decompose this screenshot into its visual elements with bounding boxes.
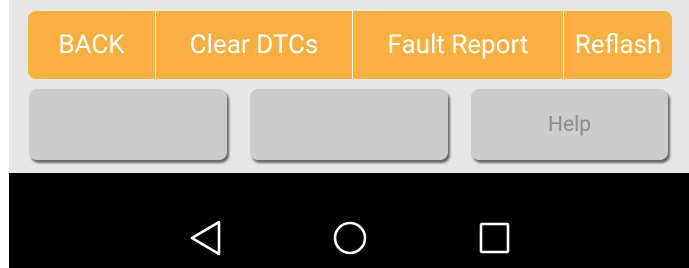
blank-button-1[interactable] [29,89,227,160]
help-button[interactable]: Help [471,89,668,160]
home-circle-icon[interactable] [332,219,368,257]
back-triangle-icon[interactable] [189,219,223,257]
blank-button-2[interactable] [250,89,448,160]
recent-apps-square-icon[interactable] [478,219,512,257]
clear-dtcs-button[interactable]: Clear DTCs [155,11,352,79]
fault-report-button[interactable]: Fault Report [352,11,563,79]
back-button[interactable]: BACK [28,11,155,79]
top-action-bar: BACK Clear DTCs Fault Report Reflash [28,11,672,79]
reflash-button[interactable]: Reflash [563,11,672,79]
